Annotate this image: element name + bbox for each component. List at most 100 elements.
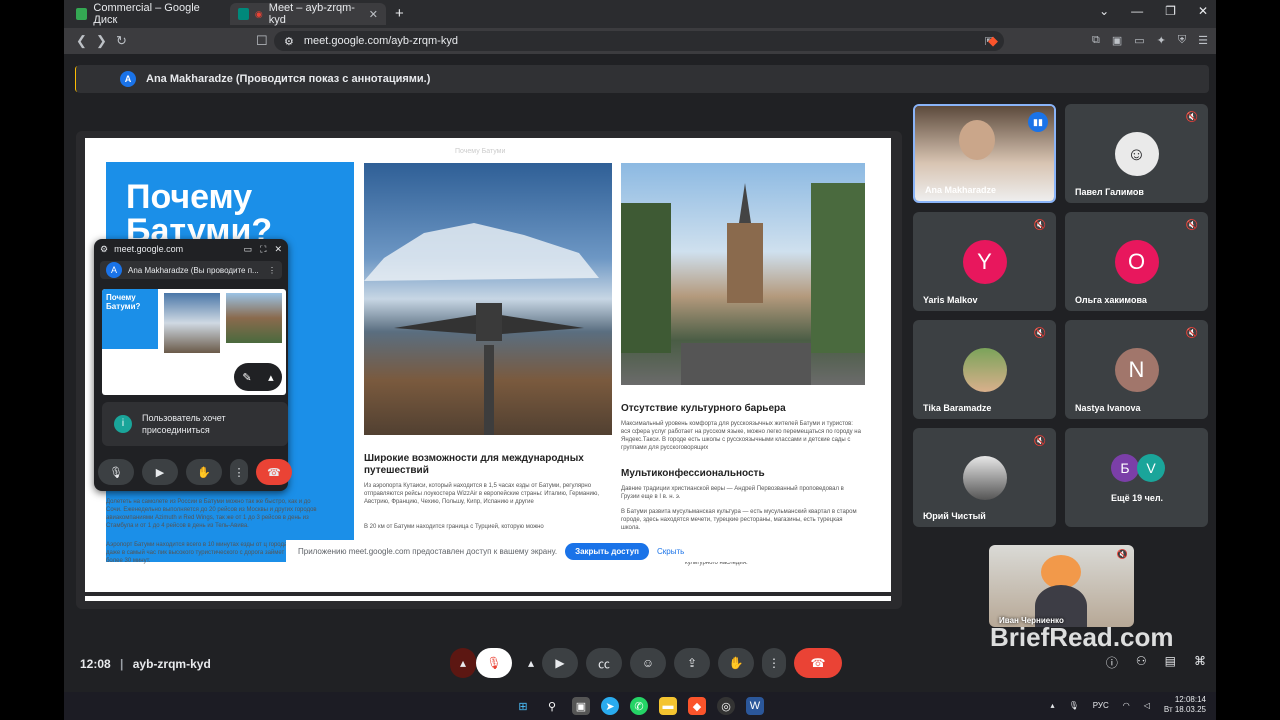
pip-more-button[interactable]: ⋮ — [230, 459, 248, 485]
file-explorer-icon[interactable]: ▬ — [659, 697, 677, 715]
audio-options-button[interactable]: ▴ — [450, 648, 476, 678]
raise-hand-button[interactable]: ✋ — [718, 648, 754, 678]
picture-in-picture-window[interactable]: ⚙ meet.google.com ▭ ⛶ ✕ A Ana Makharadze… — [94, 239, 292, 491]
separator: | — [120, 657, 124, 671]
vpn-icon[interactable]: ⛨ — [1178, 34, 1186, 47]
presenter-avatar: A — [120, 71, 136, 87]
batumi-street-photo — [621, 163, 865, 385]
pip-back-to-tab-icon[interactable]: ▭ — [244, 244, 253, 255]
pip-close-icon[interactable]: ✕ — [274, 244, 282, 255]
brave-icon[interactable]: ◆ — [688, 697, 706, 715]
participant-tile-nastya[interactable]: 🔇 N Nastya Ivanova — [1065, 320, 1208, 419]
pip-raise-hand-button[interactable]: ✋ — [186, 459, 222, 485]
participant-tile-olga[interactable]: 🔇 O Ольга хакимова — [1065, 212, 1208, 311]
participant-tile-yaris[interactable]: 🔇 Y Yaris Malkov — [913, 212, 1056, 311]
face-shape — [959, 120, 995, 160]
video-options-button[interactable]: ▴ — [520, 648, 542, 678]
pip-expand-icon[interactable]: ⛶ — [260, 244, 266, 255]
people-icon[interactable]: ⚇ — [1136, 654, 1147, 671]
brave-shield-icon[interactable]: ◆ — [988, 33, 998, 49]
participant-tile-yuri[interactable]: 🔇 Юрий Чистый — [913, 428, 1056, 527]
activities-icon[interactable]: ⌘ — [1194, 654, 1206, 671]
participant-name: Ольга хакимова — [1075, 295, 1147, 305]
mic-off-icon: 🎙 — [486, 656, 502, 670]
microphone-tray-icon[interactable]: 🎙 — [1069, 701, 1079, 710]
wallet-icon[interactable]: ▭ — [1134, 34, 1144, 47]
participant-tile-pavel[interactable]: 🔇 ☺ Павел Галимов — [1065, 104, 1208, 203]
self-view-tile[interactable]: 🔇 Иван Черниенко — [989, 545, 1134, 627]
word-icon[interactable]: W — [746, 697, 764, 715]
section-heading-culture: Отсутствие культурного барьера — [621, 403, 786, 414]
recording-dot-icon: ◉ — [254, 8, 263, 19]
pip-leave-button[interactable]: ☎ — [256, 459, 292, 485]
mic-off-icon: 🔇 — [1185, 328, 1198, 339]
maximize-icon[interactable]: ❐ — [1165, 4, 1176, 18]
task-view-icon[interactable]: ▣ — [572, 697, 590, 715]
volume-icon[interactable]: ◁ — [1144, 701, 1150, 710]
meet-icon — [238, 8, 249, 20]
clock-date: Вт 18.03.25 — [1163, 705, 1206, 714]
clock-time: 12:08:14 — [1174, 695, 1206, 704]
pip-mic-button[interactable]: 🎙 — [98, 459, 134, 485]
pip-annotation-control[interactable]: ✎ ▴ — [234, 363, 282, 391]
airport-text: Аэропорт Батуми находится всего в 10 мин… — [106, 542, 295, 564]
pip-settings-icon[interactable]: ⚙ — [100, 244, 108, 255]
participant-tile-tika[interactable]: 🔇 Tika Baramadze — [913, 320, 1056, 419]
whatsapp-icon[interactable]: ✆ — [630, 697, 648, 715]
drive-icon — [76, 8, 88, 20]
chat-icon[interactable]: ▤ — [1165, 654, 1176, 671]
telegram-icon[interactable]: ➤ — [601, 697, 619, 715]
address-bar[interactable]: ⚙ meet.google.com/ayb-zrqm-kyd ⇱ — [274, 31, 1004, 51]
forward-icon[interactable]: ❯ — [96, 33, 107, 49]
site-info-icon[interactable]: ⚙ — [284, 35, 294, 48]
extensions-icon[interactable]: ⧉ — [1092, 34, 1100, 47]
bookmark-icon[interactable]: ☐ — [256, 33, 268, 49]
cat-filter-face — [1041, 555, 1081, 589]
captions-button[interactable]: ㏄ — [586, 648, 622, 678]
share-prompt-text: Приложению meet.google.com предоставлен … — [298, 546, 558, 556]
tab-meet[interactable]: ◉ Meet – ayb-zrqm-kyd ✕ — [230, 2, 386, 26]
start-icon[interactable]: ⊞ — [514, 697, 532, 715]
leo-icon[interactable]: ✦ — [1157, 34, 1166, 47]
taskbar-clock[interactable]: 12:08:14 Вт 18.03.25 — [1164, 695, 1206, 715]
pip-presenter-avatar: A — [106, 262, 122, 278]
participant-name: Yaris Malkov — [923, 295, 978, 305]
language-indicator[interactable]: РУС — [1093, 701, 1109, 710]
info-icon[interactable]: ⓘ — [1106, 654, 1118, 671]
app-icon[interactable]: ◎ — [717, 697, 735, 715]
tab-google-drive[interactable]: Commercial – Google Диск — [68, 2, 228, 26]
participant-tile-ana[interactable]: ▮▮ Ana Makharadze — [913, 104, 1056, 203]
new-tab-button[interactable]: + — [395, 5, 404, 22]
hide-prompt-link[interactable]: Скрыть — [657, 547, 684, 556]
wifi-icon[interactable]: ◠ — [1123, 701, 1130, 710]
tray-overflow-icon[interactable]: ▴ — [1051, 701, 1055, 710]
pip-more-icon[interactable]: ⋮ — [268, 266, 276, 275]
join-request-notification[interactable]: i Пользователь хочет присоединиться — [102, 402, 288, 446]
camera-toggle-button[interactable]: ▶ — [542, 648, 578, 678]
menu-icon[interactable]: ☰ — [1198, 34, 1208, 47]
mic-icon: 🎙 — [109, 466, 123, 479]
sidebar-icon[interactable]: ▣ — [1112, 34, 1122, 47]
present-button[interactable]: ⇪ — [674, 648, 710, 678]
reactions-button[interactable]: ☺ — [630, 648, 666, 678]
tab-search-icon[interactable]: ⌄ — [1099, 4, 1109, 18]
more-options-button[interactable]: ⋮ — [762, 648, 786, 678]
annotate-pen-icon[interactable]: ✎ — [242, 371, 251, 384]
participant-tile-others[interactable]: Б V Ещё 19 чел. — [1065, 428, 1208, 527]
search-icon[interactable]: ⚲ — [543, 697, 561, 715]
reload-icon[interactable]: ↻ — [116, 33, 127, 49]
pip-camera-button[interactable]: ▶ — [142, 459, 178, 485]
section-body-religion: Давние традиции христианской веры — Андр… — [621, 486, 844, 500]
slide-header: Почему Батуми — [455, 148, 506, 155]
stop-sharing-button[interactable]: Закрыть доступ — [565, 542, 650, 560]
close-window-icon[interactable]: ✕ — [1198, 4, 1208, 18]
mic-off-icon: 🔇 — [1033, 328, 1046, 339]
annotate-expand-icon[interactable]: ▴ — [268, 371, 274, 384]
pip-presenter-text: Ana Makharadze (Вы проводите п... — [128, 265, 259, 275]
minimize-icon[interactable]: — — [1131, 4, 1143, 18]
leave-call-button[interactable]: ☎ — [794, 648, 842, 678]
back-icon[interactable]: ❮ — [76, 33, 87, 49]
close-tab-icon[interactable]: ✕ — [369, 8, 378, 21]
mic-toggle-button[interactable]: 🎙 — [476, 648, 512, 678]
more-participants-label: Ещё 19 чел. — [1111, 493, 1164, 503]
